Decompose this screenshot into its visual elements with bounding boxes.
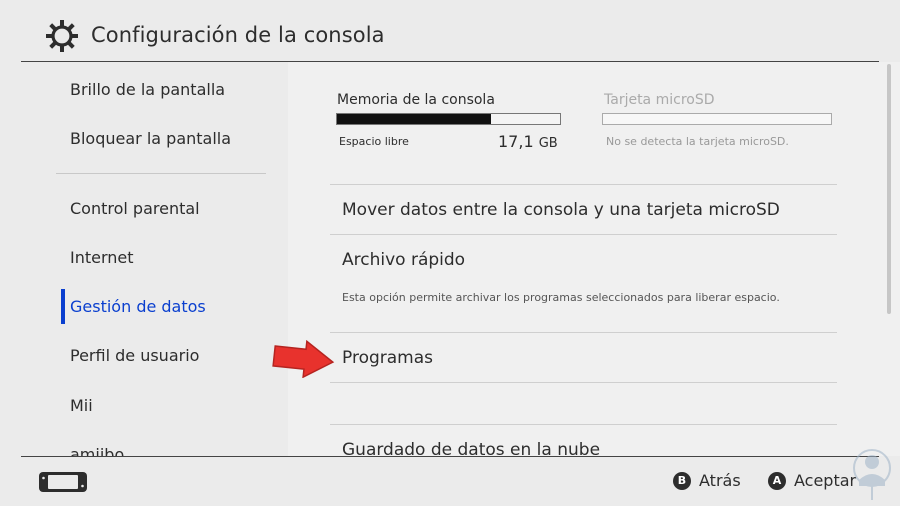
sidebar-divider (56, 173, 266, 174)
footer: B Atrás A Aceptar (0, 457, 900, 506)
quick-archive-description: Esta opción permite archivar los program… (342, 291, 780, 304)
back-button[interactable]: Atrás (699, 471, 741, 490)
free-space-number: 17,1 (498, 132, 534, 151)
sidebar: Brillo de la pantalla Bloquear la pantal… (0, 62, 288, 456)
menu-item-cloud-save-label: Guardado de datos en la nube (342, 440, 601, 456)
a-button-icon: A (768, 472, 786, 490)
gear-icon (46, 20, 78, 52)
console-memory-bar (336, 113, 561, 125)
sidebar-item-mii[interactable]: Mii (70, 396, 93, 415)
sidebar-item-screen-lock[interactable]: Bloquear la pantalla (70, 129, 231, 148)
sidebar-item-amiibo[interactable]: amiibo (70, 445, 124, 456)
console-memory-title: Memoria de la consola (337, 92, 495, 108)
sidebar-item-user-profile[interactable]: Perfil de usuario (70, 346, 199, 365)
watermark-logo (853, 449, 891, 500)
b-button-icon: B (673, 472, 691, 490)
menu-item-quick-archive-label: Archivo rápido (342, 250, 466, 270)
menu-item-programs[interactable]: Programas (330, 332, 837, 382)
sidebar-active-indicator (61, 289, 65, 324)
page-title: Configuración de la consola (91, 23, 385, 47)
red-arrow-icon (272, 340, 335, 378)
free-space-unit: GB (538, 136, 558, 151)
scrollbar[interactable] (887, 64, 891, 314)
header: Configuración de la consola (0, 0, 900, 62)
menu-item-move-data[interactable]: Mover datos entre la consola y una tarje… (330, 184, 837, 234)
sidebar-item-brightness[interactable]: Brillo de la pantalla (70, 80, 225, 99)
free-space-label: Espacio libre (339, 135, 409, 148)
console-icon (39, 472, 87, 492)
microsd-title: Tarjeta microSD (604, 92, 715, 108)
menu-item-programs-label: Programas (342, 348, 434, 368)
sidebar-item-data-management[interactable]: Gestión de datos (70, 297, 206, 316)
menu-item-cloud-save[interactable]: Guardado de datos en la nube (330, 424, 837, 456)
menu-item-quick-archive[interactable]: Archivo rápido (330, 234, 837, 332)
free-space-value: 17,1 GB (498, 132, 558, 151)
menu-item-move-data-label: Mover datos entre la consola y una tarje… (342, 200, 780, 220)
microsd-status: No se detecta la tarjeta microSD. (606, 135, 789, 148)
microsd-bar (602, 113, 832, 125)
sidebar-item-internet[interactable]: Internet (70, 248, 134, 267)
menu-spacer (330, 382, 837, 424)
console-memory-bar-fill (337, 114, 491, 124)
main-panel: Memoria de la consola Espacio libre 17,1… (288, 62, 900, 456)
sidebar-item-parental-control[interactable]: Control parental (70, 199, 200, 218)
